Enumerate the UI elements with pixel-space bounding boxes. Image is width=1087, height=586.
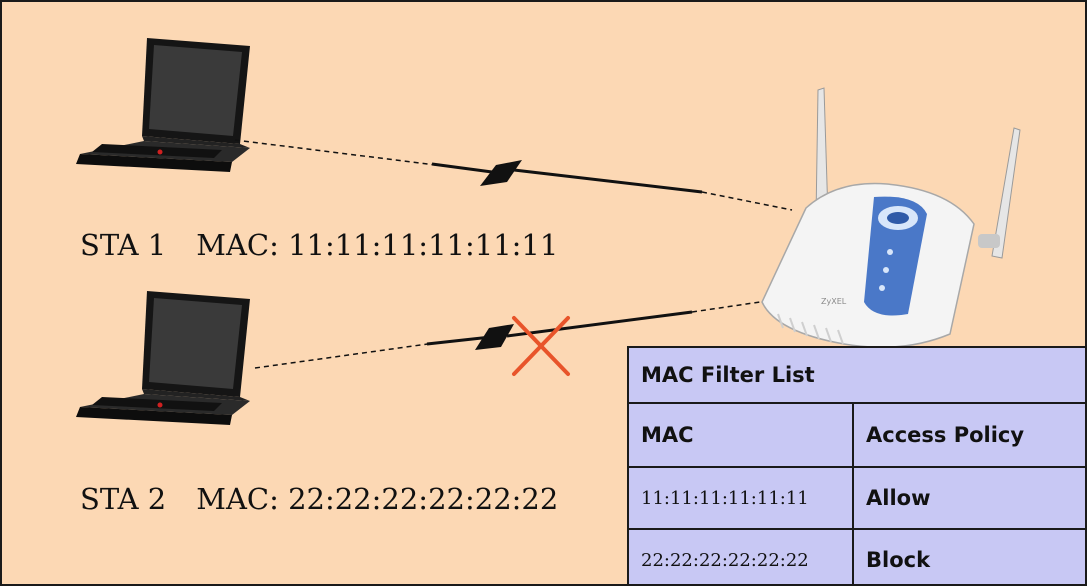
mac-filter-table: MAC Filter List MAC Access Policy 11:11:… <box>627 346 1085 584</box>
ap-brand-label: ZyXEL <box>821 297 847 306</box>
laptop-icon <box>76 38 250 172</box>
access-policy-column-header: Access Policy <box>852 402 1085 468</box>
sta1-mac: MAC: 11:11:11:11:11:11 <box>196 228 559 262</box>
diagram-canvas: ZyXEL STA 1 MAC: 11:11:11:11:11:11 STA 2 M… <box>0 0 1087 586</box>
sta2-mac: MAC: 22:22:22:22:22:22 <box>196 482 559 516</box>
mac-filter-table-title: MAC Filter List <box>627 346 1085 404</box>
policy-cell: Block <box>852 528 1085 584</box>
block-x-icon <box>512 316 570 376</box>
access-point-icon: ZyXEL <box>761 87 1021 349</box>
laptop-icon <box>76 291 250 425</box>
mac-cell: 22:22:22:22:22:22 <box>627 528 854 584</box>
mac-cell: 11:11:11:11:11:11 <box>627 466 854 530</box>
sta1-label: STA 1 MAC: 11:11:11:11:11:11 <box>80 228 558 262</box>
sta1-name: STA 1 <box>80 228 167 262</box>
sta2-name: STA 2 <box>80 482 167 516</box>
wireless-link-sta1 <box>234 139 793 211</box>
policy-cell: Allow <box>852 466 1085 530</box>
table-row: 11:11:11:11:11:11 Allow <box>627 466 1085 530</box>
mac-column-header: MAC <box>627 402 854 468</box>
sta2-label: STA 2 MAC: 22:22:22:22:22:22 <box>80 482 558 516</box>
table-row: 22:22:22:22:22:22 Block <box>627 528 1085 584</box>
